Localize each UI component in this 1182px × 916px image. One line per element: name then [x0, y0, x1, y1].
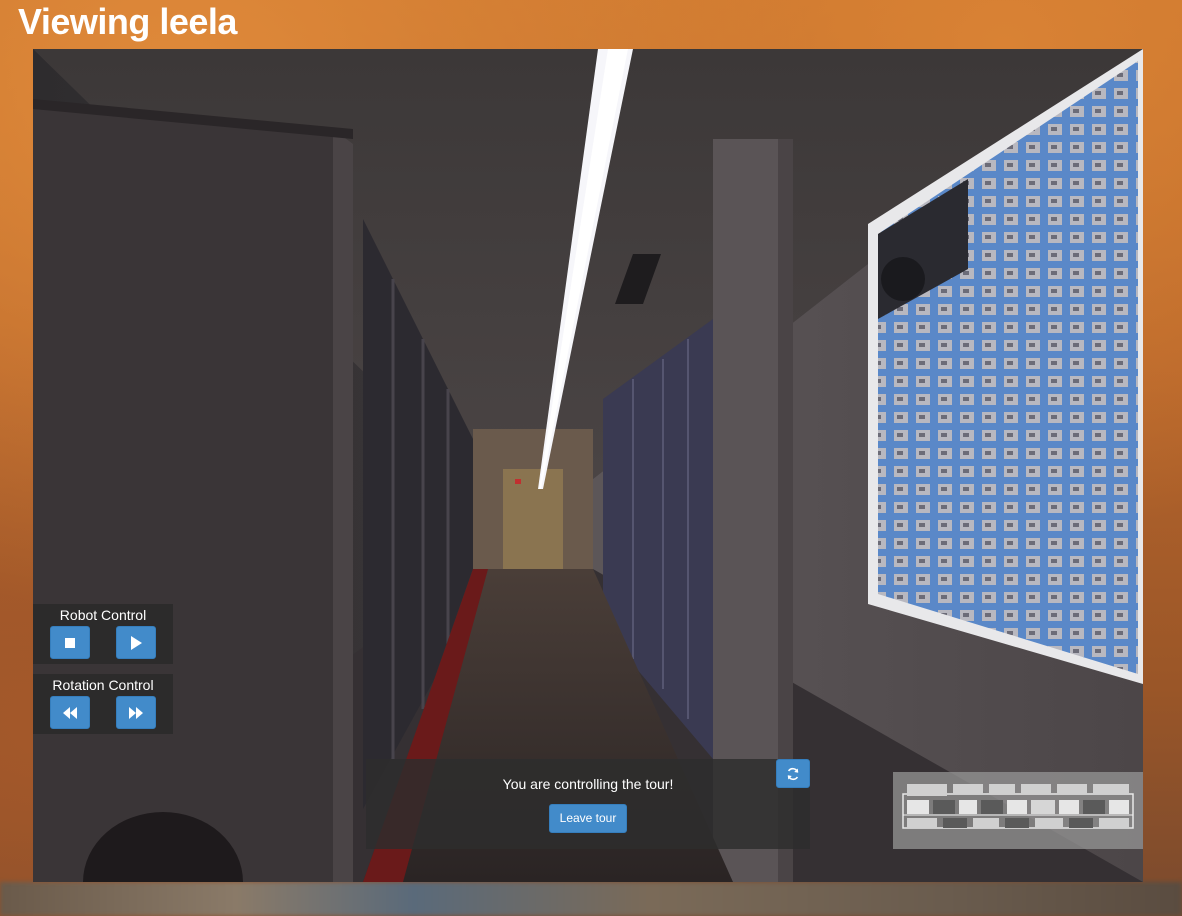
rotation-control-label: Rotation Control — [52, 677, 154, 693]
forward-icon — [129, 706, 143, 719]
play-icon — [131, 635, 142, 650]
refresh-button[interactable] — [776, 759, 810, 788]
background-strip — [0, 882, 1182, 916]
leave-tour-button[interactable]: Leave tour — [549, 804, 627, 833]
robot-control-label: Robot Control — [59, 607, 147, 623]
backward-icon — [63, 706, 77, 719]
page-title: Viewing leela — [18, 1, 237, 42]
floor-map-thumbnail[interactable] — [893, 772, 1143, 849]
stop-button[interactable] — [50, 626, 90, 659]
rotate-left-button[interactable] — [50, 696, 90, 729]
tour-panel: You are controlling the tour! Leave tour — [366, 759, 810, 849]
play-button[interactable] — [116, 626, 156, 659]
refresh-icon — [787, 767, 799, 780]
tour-status-message: You are controlling the tour! — [502, 776, 674, 792]
rotation-control-panel: Rotation Control — [33, 674, 173, 734]
floor-map-icon — [902, 784, 1134, 829]
hallway-camera-view — [33, 49, 1143, 882]
video-stream: Robot Control Rotation Control You are c… — [33, 49, 1143, 882]
rotate-right-button[interactable] — [116, 696, 156, 729]
robot-control-panel: Robot Control — [33, 604, 173, 664]
stop-icon — [65, 637, 75, 648]
